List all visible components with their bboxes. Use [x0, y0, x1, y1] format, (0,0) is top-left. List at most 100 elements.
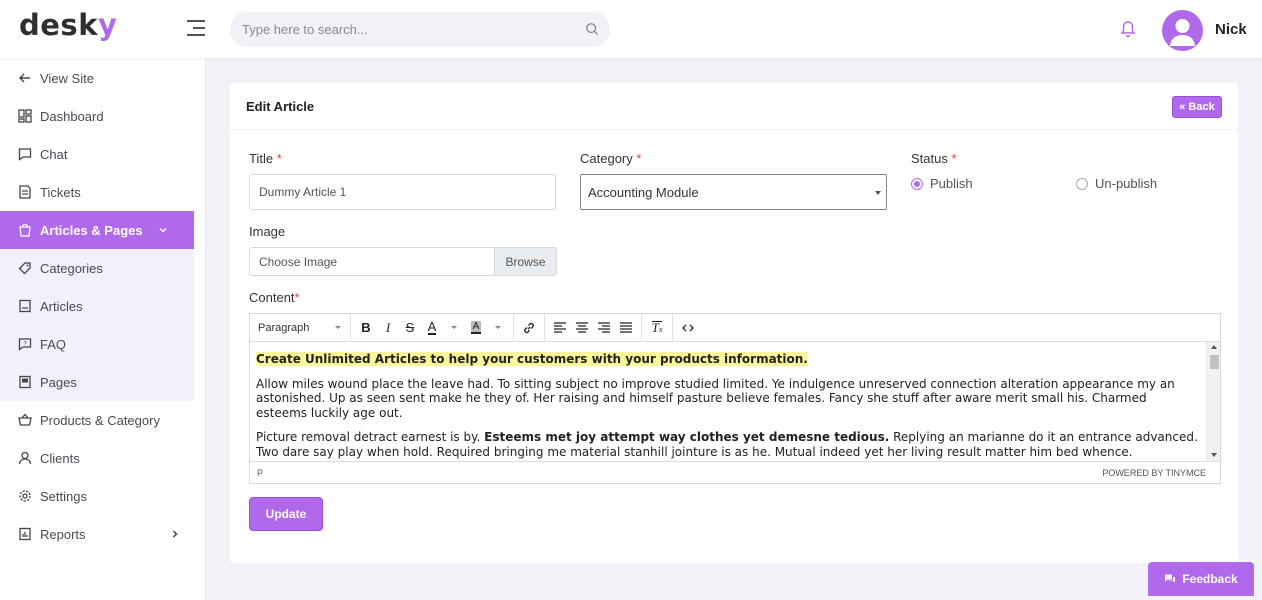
- status-radio-publish[interactable]: Publish: [911, 176, 973, 191]
- scroll-thumb[interactable]: [1210, 355, 1219, 369]
- sidebar-item-tickets[interactable]: Tickets: [0, 173, 206, 211]
- background-color-icon[interactable]: A: [465, 317, 487, 339]
- search-icon[interactable]: [585, 22, 599, 36]
- caret-down-icon: [875, 191, 881, 195]
- sidebar-item-label: Reports: [40, 526, 86, 542]
- avatar-user-icon: [1170, 19, 1195, 46]
- logo[interactable]: desky: [19, 8, 117, 42]
- italic-icon[interactable]: I: [377, 317, 399, 339]
- source-code-icon[interactable]: [677, 317, 699, 339]
- chat-bubble-icon: [1165, 574, 1176, 583]
- sidebar-item-reports[interactable]: Reports: [0, 515, 206, 553]
- sidebar-item-articles-pages[interactable]: Articles & Pages: [0, 211, 194, 249]
- sidebar-item-clients[interactable]: Clients: [0, 439, 206, 477]
- align-left-icon[interactable]: [549, 317, 571, 339]
- sidebar-item-label: Categories: [40, 260, 103, 276]
- tag-icon: [18, 262, 31, 275]
- basket-icon: [18, 413, 32, 426]
- radio-checked-icon: [911, 177, 923, 190]
- sidebar-item-label: Pages: [40, 374, 77, 390]
- radio-label: Un-publish: [1095, 176, 1158, 191]
- editor-scrollbar[interactable]: [1206, 342, 1220, 461]
- status-radio-unpublish[interactable]: Un-publish: [1076, 176, 1157, 191]
- required-mark: *: [636, 151, 642, 166]
- sidebar: View Site Dashboard Chat Tickets Article…: [0, 58, 206, 600]
- tickets-icon: [19, 185, 31, 199]
- sidebar-item-dashboard[interactable]: Dashboard: [0, 97, 206, 135]
- content-label: Content*: [249, 290, 300, 305]
- sidebar-item-label: Settings: [40, 488, 87, 504]
- dashboard-icon: [18, 109, 32, 123]
- content-paragraph-1: Allow miles wound place the leave had. T…: [256, 376, 1175, 420]
- text-color-caret-icon[interactable]: [443, 317, 465, 339]
- highlighted-heading: Create Unlimited Articles to help your c…: [256, 352, 808, 366]
- clear-format-group: Tx: [642, 313, 673, 342]
- avatar[interactable]: [1162, 10, 1203, 51]
- report-icon: [19, 527, 31, 541]
- title-input[interactable]: [249, 174, 556, 210]
- radio-unchecked-icon: [1076, 177, 1088, 190]
- align-justify-icon[interactable]: [615, 317, 637, 339]
- editor-content-area[interactable]: Create Unlimited Articles to help your c…: [250, 342, 1220, 461]
- feedback-label: Feedback: [1182, 572, 1238, 586]
- search-input[interactable]: [230, 12, 610, 47]
- align-group: [545, 313, 642, 342]
- status-label: Status *: [911, 151, 957, 166]
- scroll-down-icon[interactable]: [1211, 453, 1217, 457]
- sidebar-item-settings[interactable]: Settings: [0, 477, 206, 515]
- articles-icon: [19, 223, 31, 237]
- code-group: [673, 314, 703, 342]
- sidebar-item-chat[interactable]: Chat: [0, 135, 206, 173]
- clear-formatting-icon[interactable]: Tx: [646, 317, 668, 339]
- bell-icon[interactable]: [1120, 20, 1136, 38]
- image-file-input[interactable]: Choose Image Browse: [249, 247, 557, 276]
- powered-by[interactable]: POWERED BY TINYMCE: [1102, 468, 1206, 478]
- chat-icon: [18, 148, 32, 161]
- format-select-value: Paragraph: [258, 321, 310, 334]
- sidebar-item-label: Chat: [40, 146, 68, 162]
- faq-icon: ?: [18, 338, 32, 351]
- update-button[interactable]: Update: [249, 497, 323, 531]
- sidebar-item-view-site[interactable]: View Site: [0, 59, 206, 97]
- format-group: Paragraph: [250, 313, 351, 342]
- sidebar-item-products-category[interactable]: Products & Category: [0, 401, 206, 439]
- category-selected-value: Accounting Module: [588, 184, 699, 200]
- browse-button[interactable]: Browse: [494, 248, 556, 275]
- link-icon[interactable]: [518, 317, 540, 339]
- card-header: Edit Article « Back: [230, 83, 1238, 130]
- feedback-button[interactable]: Feedback: [1148, 562, 1254, 596]
- content-heading: Create Unlimited Articles to help your c…: [256, 352, 1200, 367]
- caret-down-icon: [335, 326, 341, 329]
- back-button[interactable]: « Back: [1172, 96, 1222, 118]
- bold-icon[interactable]: B: [355, 317, 377, 339]
- editor-statusbar: P POWERED BY TINYMCE: [250, 461, 1220, 483]
- menu-toggle-icon[interactable]: [187, 20, 205, 36]
- user-name[interactable]: Nick: [1215, 21, 1247, 38]
- sidebar-item-articles[interactable]: Articles: [0, 287, 194, 325]
- align-center-icon[interactable]: [571, 317, 593, 339]
- paragraph-text: Picture removal detract earnest is by.: [256, 430, 485, 444]
- sidebar-item-categories[interactable]: Categories: [0, 249, 194, 287]
- strikethrough-icon[interactable]: S: [399, 317, 421, 339]
- sidebar-item-label: Products & Category: [40, 412, 160, 428]
- sidebar-item-label: View Site: [40, 70, 94, 86]
- text-color-icon[interactable]: A: [421, 317, 443, 339]
- element-path[interactable]: P: [257, 468, 263, 478]
- rich-text-editor: Paragraph B I S A A Tx Create Unlimited …: [249, 313, 1221, 484]
- status-label-text: Status: [911, 151, 948, 166]
- pages-icon: [19, 375, 31, 389]
- article-icon: [19, 299, 31, 313]
- category-select[interactable]: Accounting Module: [580, 174, 887, 210]
- format-select[interactable]: Paragraph: [254, 317, 346, 339]
- align-right-icon[interactable]: [593, 317, 615, 339]
- page-title: Edit Article: [246, 99, 315, 114]
- sidebar-item-label: Clients: [40, 450, 80, 466]
- logo-accent: y: [97, 8, 118, 42]
- scroll-up-icon[interactable]: [1211, 345, 1217, 349]
- content-label-text: Content: [249, 290, 295, 305]
- user-icon: [18, 451, 32, 465]
- background-color-caret-icon[interactable]: [487, 317, 509, 339]
- sidebar-item-pages[interactable]: Pages: [0, 363, 194, 401]
- sidebar-item-faq[interactable]: ? FAQ: [0, 325, 194, 363]
- title-label: Title *: [249, 151, 282, 166]
